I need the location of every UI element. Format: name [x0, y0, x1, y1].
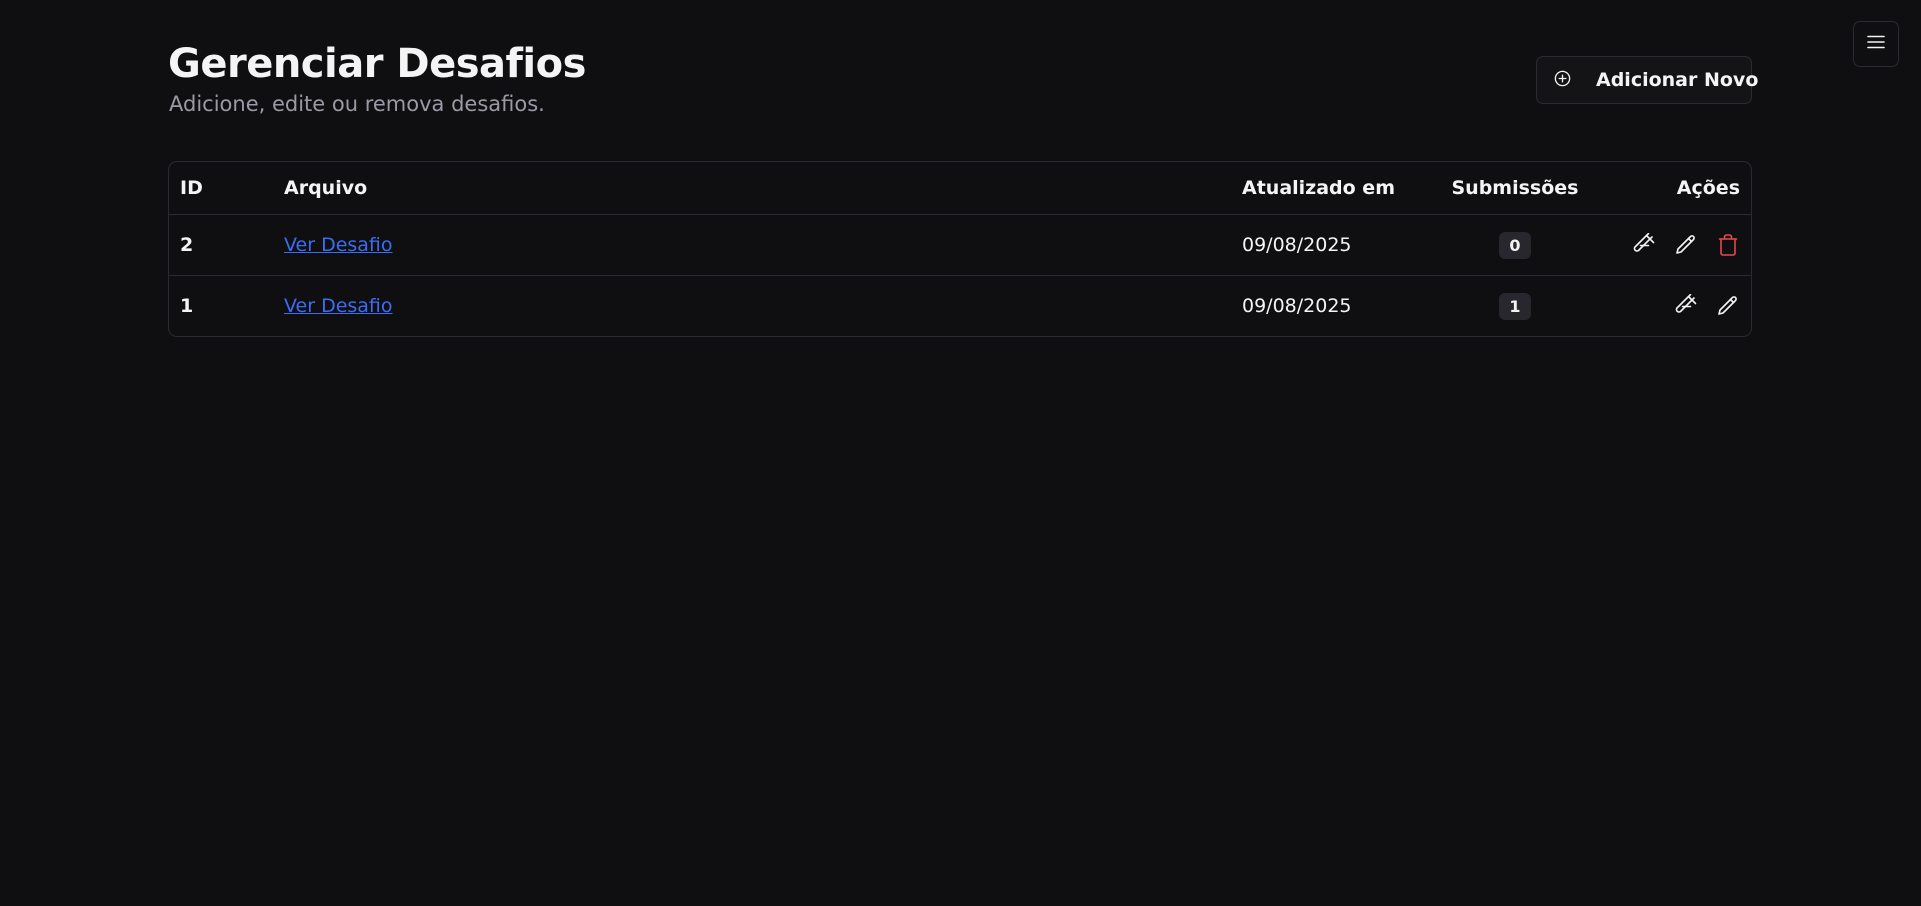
row-updated-date: 09/08/2025: [1231, 275, 1439, 336]
submissions-count-badge: 1: [1499, 292, 1531, 320]
test-tube-icon[interactable]: [1674, 294, 1698, 318]
column-header-file: Arquivo: [273, 162, 1231, 215]
table-header-row: ID Arquivo Atualizado em Submissões Açõe…: [169, 162, 1751, 215]
menu-button[interactable]: [1853, 21, 1899, 67]
add-new-label: Adicionar Novo: [1596, 69, 1759, 91]
row-id: 1: [169, 275, 273, 336]
test-tube-icon[interactable]: [1632, 233, 1656, 257]
challenges-table: ID Arquivo Atualizado em Submissões Açõe…: [168, 161, 1752, 337]
page-title: Gerenciar Desafios: [168, 41, 586, 87]
hamburger-menu-icon: [1866, 32, 1886, 56]
column-header-submissions: Submissões: [1439, 162, 1591, 215]
column-header-id: ID: [169, 162, 273, 215]
submissions-count-badge: 0: [1499, 231, 1531, 259]
column-header-updated: Atualizado em: [1231, 162, 1439, 215]
page-header: Gerenciar Desafios Adicione, edite ou re…: [168, 38, 1758, 128]
table-row: 2 Ver Desafio 09/08/2025 0: [169, 215, 1751, 276]
row-updated-date: 09/08/2025: [1242, 234, 1352, 256]
pencil-icon[interactable]: [1674, 233, 1698, 257]
add-new-button[interactable]: Adicionar Novo: [1536, 56, 1758, 104]
view-challenge-link[interactable]: Ver Desafio: [284, 295, 393, 317]
page-subtitle: Adicione, edite ou remova desafios.: [169, 92, 545, 116]
table-row: 1 Ver Desafio 09/08/2025 1: [169, 275, 1751, 336]
row-actions: [1632, 233, 1740, 257]
row-id: 2: [180, 234, 194, 256]
plus-circle-icon: [1553, 69, 1572, 92]
row-actions: [1674, 294, 1740, 318]
column-header-actions: Ações: [1591, 162, 1751, 215]
view-challenge-link[interactable]: Ver Desafio: [284, 234, 393, 256]
pencil-icon[interactable]: [1716, 294, 1740, 318]
trash-icon[interactable]: [1716, 233, 1740, 257]
